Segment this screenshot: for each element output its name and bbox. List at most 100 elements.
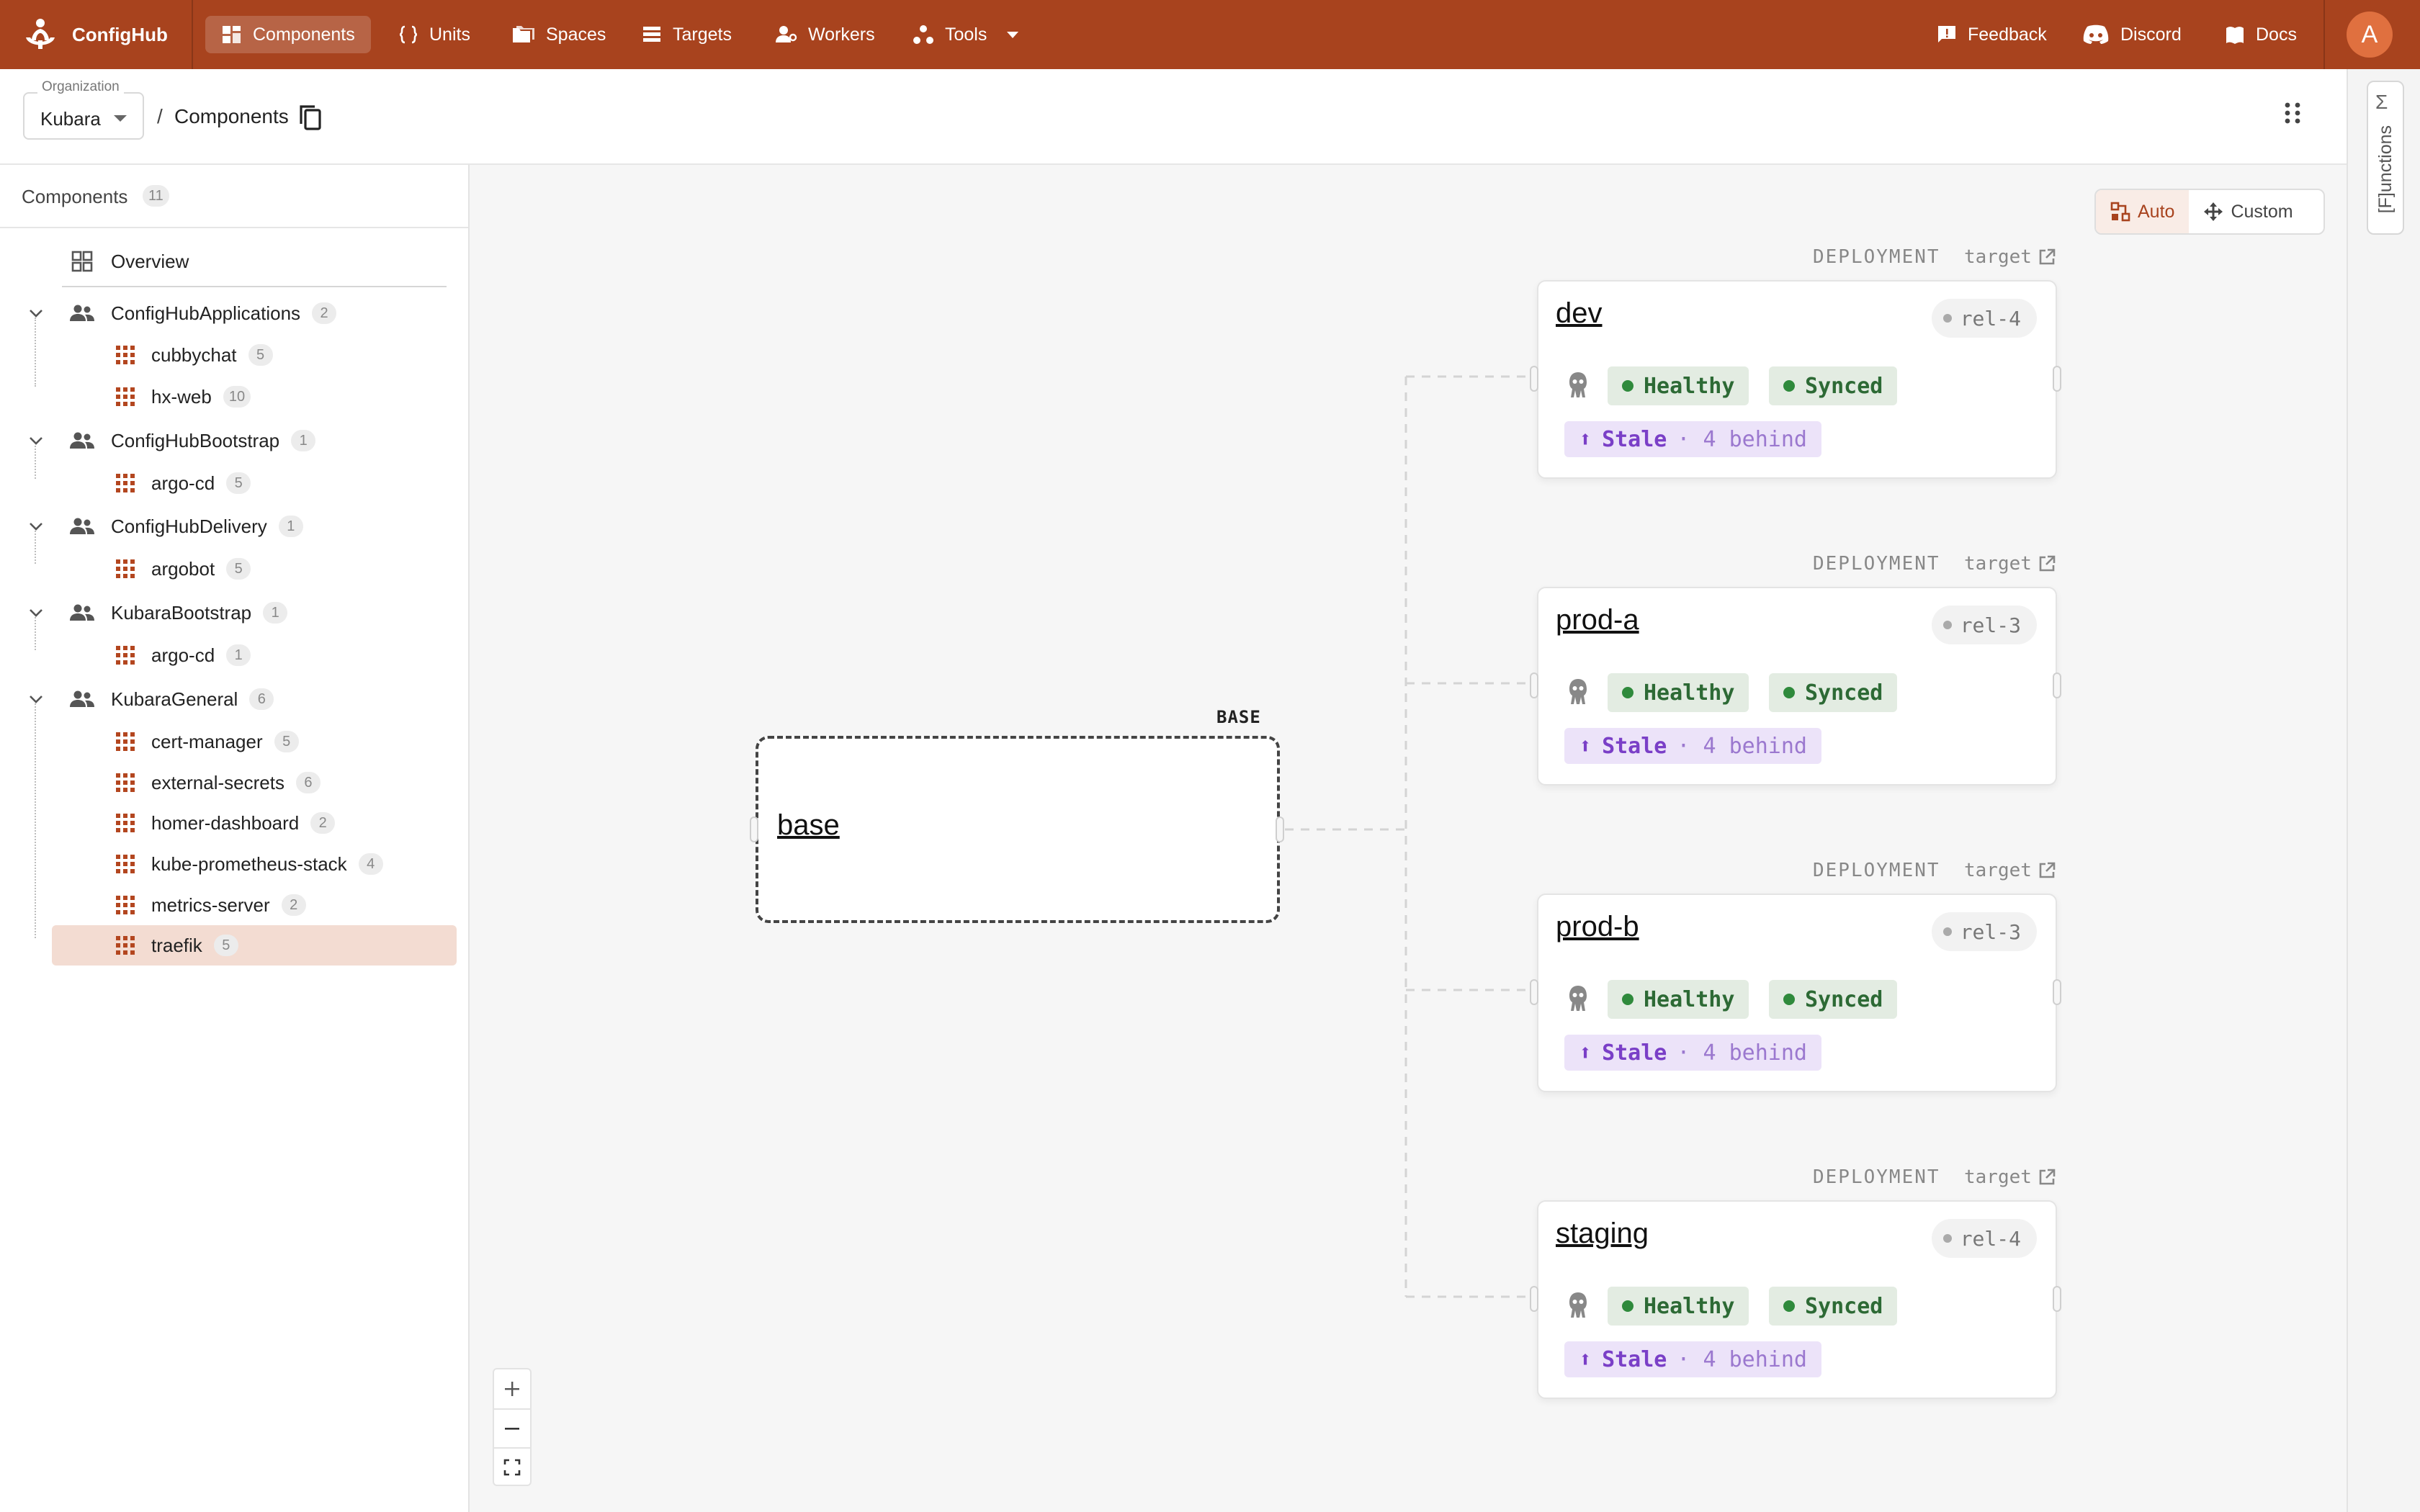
sidebar-item-kube-prometheus-stack[interactable]: kube-prometheus-stack 4 bbox=[112, 847, 383, 881]
chevron-down-icon bbox=[1007, 31, 1019, 38]
sidebar-item-homer-dashboard[interactable]: homer-dashboard 2 bbox=[112, 806, 336, 840]
chevron-down-icon[interactable] bbox=[27, 604, 45, 621]
group-label: KubaraGeneral bbox=[111, 688, 238, 710]
deployment-node[interactable]: dev rel-4 Healthy Synced ⬆ Stale · 4 behin… bbox=[1537, 280, 2057, 479]
deployment-node[interactable]: prod-b rel-3 Healthy Synced ⬆ Stale · 4 be… bbox=[1537, 894, 2057, 1092]
node-handle[interactable] bbox=[2053, 1286, 2061, 1312]
count-badge: 1 bbox=[278, 516, 303, 537]
sidebar-group-confighubbootstrap[interactable]: ConfigHubBootstrap 1 bbox=[69, 423, 316, 458]
nav-feedback[interactable]: Feedback bbox=[1920, 16, 2063, 53]
node-handle[interactable] bbox=[1530, 366, 1538, 392]
deployment-node[interactable]: prod-a rel-3 Healthy Synced ⬆ Stale · 4 be… bbox=[1537, 587, 2057, 786]
nav-components[interactable]: Components bbox=[205, 16, 371, 53]
node-handle[interactable] bbox=[2053, 672, 2061, 698]
target-link-label: target bbox=[1964, 860, 2032, 881]
unit-grid-icon bbox=[112, 936, 138, 955]
chevron-down-icon[interactable] bbox=[27, 305, 45, 322]
nav-units-label: Units bbox=[429, 24, 470, 45]
sidebar-item-traefik[interactable]: traefik 5 bbox=[112, 928, 238, 963]
sidebar-item-metrics-server[interactable]: metrics-server 2 bbox=[112, 888, 306, 922]
base-node-name[interactable]: base bbox=[777, 809, 840, 842]
worker-octopus-icon bbox=[1569, 372, 1587, 397]
group-icon bbox=[69, 431, 95, 450]
sidebar-group-kubarageneral[interactable]: KubaraGeneral 6 bbox=[69, 682, 274, 716]
sidebar-item-hx-web[interactable]: hx-web 10 bbox=[112, 379, 251, 414]
sidebar-item-argo-cd[interactable]: argo-cd 1 bbox=[112, 638, 251, 672]
node-handle[interactable] bbox=[2053, 366, 2061, 392]
sidebar-item-argo-cd[interactable]: argo-cd 5 bbox=[112, 466, 251, 500]
braces-icon bbox=[399, 25, 418, 44]
group-label: ConfigHubBootstrap bbox=[111, 429, 280, 451]
sync-label: Synced bbox=[1805, 1293, 1883, 1319]
chevron-down-icon[interactable] bbox=[27, 432, 45, 449]
copy-icon[interactable] bbox=[298, 104, 323, 131]
count-badge: 6 bbox=[249, 688, 274, 710]
confighub-logo-icon bbox=[26, 19, 55, 49]
status-dot bbox=[1783, 380, 1795, 392]
sidebar-group-confighubdelivery[interactable]: ConfigHubDelivery 1 bbox=[69, 509, 303, 544]
deployment-name[interactable]: dev bbox=[1556, 297, 1603, 330]
health-badge: Healthy bbox=[1608, 366, 1749, 405]
target-link[interactable]: target bbox=[1964, 246, 2056, 268]
divider bbox=[62, 286, 447, 287]
sidebar-item-argobot[interactable]: argobot 5 bbox=[112, 552, 251, 586]
chevron-down-icon[interactable] bbox=[27, 518, 45, 535]
node-handle[interactable] bbox=[750, 816, 758, 842]
deployment-name[interactable]: prod-b bbox=[1556, 911, 1639, 943]
sidebar-item-external-secrets[interactable]: external-secrets 6 bbox=[112, 765, 321, 800]
nav-tools[interactable]: Tools bbox=[896, 16, 1034, 53]
sidebar-item-cubbychat[interactable]: cubbychat 5 bbox=[112, 338, 273, 372]
deployment-node[interactable]: staging rel-4 Healthy Synced ⬆ Stale · 4 b… bbox=[1537, 1200, 2057, 1399]
workers-icon bbox=[776, 26, 797, 42]
count-badge: 6 bbox=[295, 772, 321, 793]
sidebar-group-confighubapplications[interactable]: ConfigHubApplications 2 bbox=[69, 296, 337, 330]
functions-tab[interactable]: Σ [F]unctions bbox=[2367, 81, 2404, 235]
apps-grid-icon[interactable] bbox=[2282, 101, 2303, 125]
nav-spaces[interactable]: Spaces bbox=[496, 16, 622, 53]
components-icon bbox=[223, 26, 241, 43]
sidebar-title: Components bbox=[22, 186, 128, 207]
node-handle[interactable] bbox=[1530, 979, 1538, 1005]
nav-divider bbox=[192, 0, 193, 69]
target-link[interactable]: target bbox=[1964, 1166, 2056, 1188]
layout-auto-button[interactable]: Auto bbox=[2096, 190, 2190, 233]
nav-docs[interactable]: Docs bbox=[2208, 16, 2313, 53]
node-handle[interactable] bbox=[1276, 816, 1284, 842]
target-link[interactable]: target bbox=[1964, 553, 2056, 575]
sidebar-item-cert-manager[interactable]: cert-manager 5 bbox=[112, 724, 299, 759]
base-node[interactable]: base bbox=[756, 736, 1280, 923]
deployment-kind-label: DEPLOYMENT bbox=[1813, 246, 1940, 268]
arrow-up-icon: ⬆ bbox=[1579, 1346, 1592, 1372]
layout-custom-button[interactable]: Custom bbox=[2189, 190, 2307, 233]
group-label: ConfigHubApplications bbox=[111, 302, 301, 324]
zoom-in-button[interactable] bbox=[494, 1369, 530, 1408]
nav-workers[interactable]: Workers bbox=[759, 16, 891, 53]
organization-select[interactable]: Kubara bbox=[23, 92, 144, 140]
node-handle[interactable] bbox=[1530, 1286, 1538, 1312]
nav-workers-label: Workers bbox=[808, 24, 875, 45]
nav-units[interactable]: Units bbox=[382, 16, 486, 53]
feedback-icon bbox=[1938, 26, 1955, 42]
item-label: argo-cd bbox=[151, 644, 215, 666]
fit-view-button[interactable] bbox=[494, 1448, 530, 1487]
node-handle[interactable] bbox=[1530, 672, 1538, 698]
deployment-name[interactable]: prod-a bbox=[1556, 604, 1639, 636]
deployment-name[interactable]: staging bbox=[1556, 1218, 1649, 1250]
nav-discord[interactable]: Discord bbox=[2066, 16, 2197, 53]
brand[interactable]: ConfigHub bbox=[22, 10, 168, 59]
item-label: argobot bbox=[151, 557, 215, 580]
sidebar-item-overview[interactable]: Overview bbox=[69, 244, 189, 279]
release-dot bbox=[1942, 314, 1952, 323]
chevron-down-icon[interactable] bbox=[27, 690, 45, 708]
nav-targets[interactable]: Targets bbox=[625, 16, 748, 53]
target-link[interactable]: target bbox=[1964, 860, 2056, 881]
tree-guide bbox=[35, 703, 36, 938]
node-handle[interactable] bbox=[2053, 979, 2061, 1005]
count-badge: 2 bbox=[281, 894, 306, 916]
sidebar-group-kubarabootstrap[interactable]: KubaraBootstrap 1 bbox=[69, 595, 288, 630]
brand-name: ConfigHub bbox=[72, 23, 168, 45]
release-badge: rel-4 bbox=[1931, 299, 2037, 338]
zoom-out-button[interactable] bbox=[494, 1409, 530, 1448]
stale-label: Stale bbox=[1602, 1346, 1667, 1372]
user-avatar[interactable]: A bbox=[2347, 12, 2393, 58]
